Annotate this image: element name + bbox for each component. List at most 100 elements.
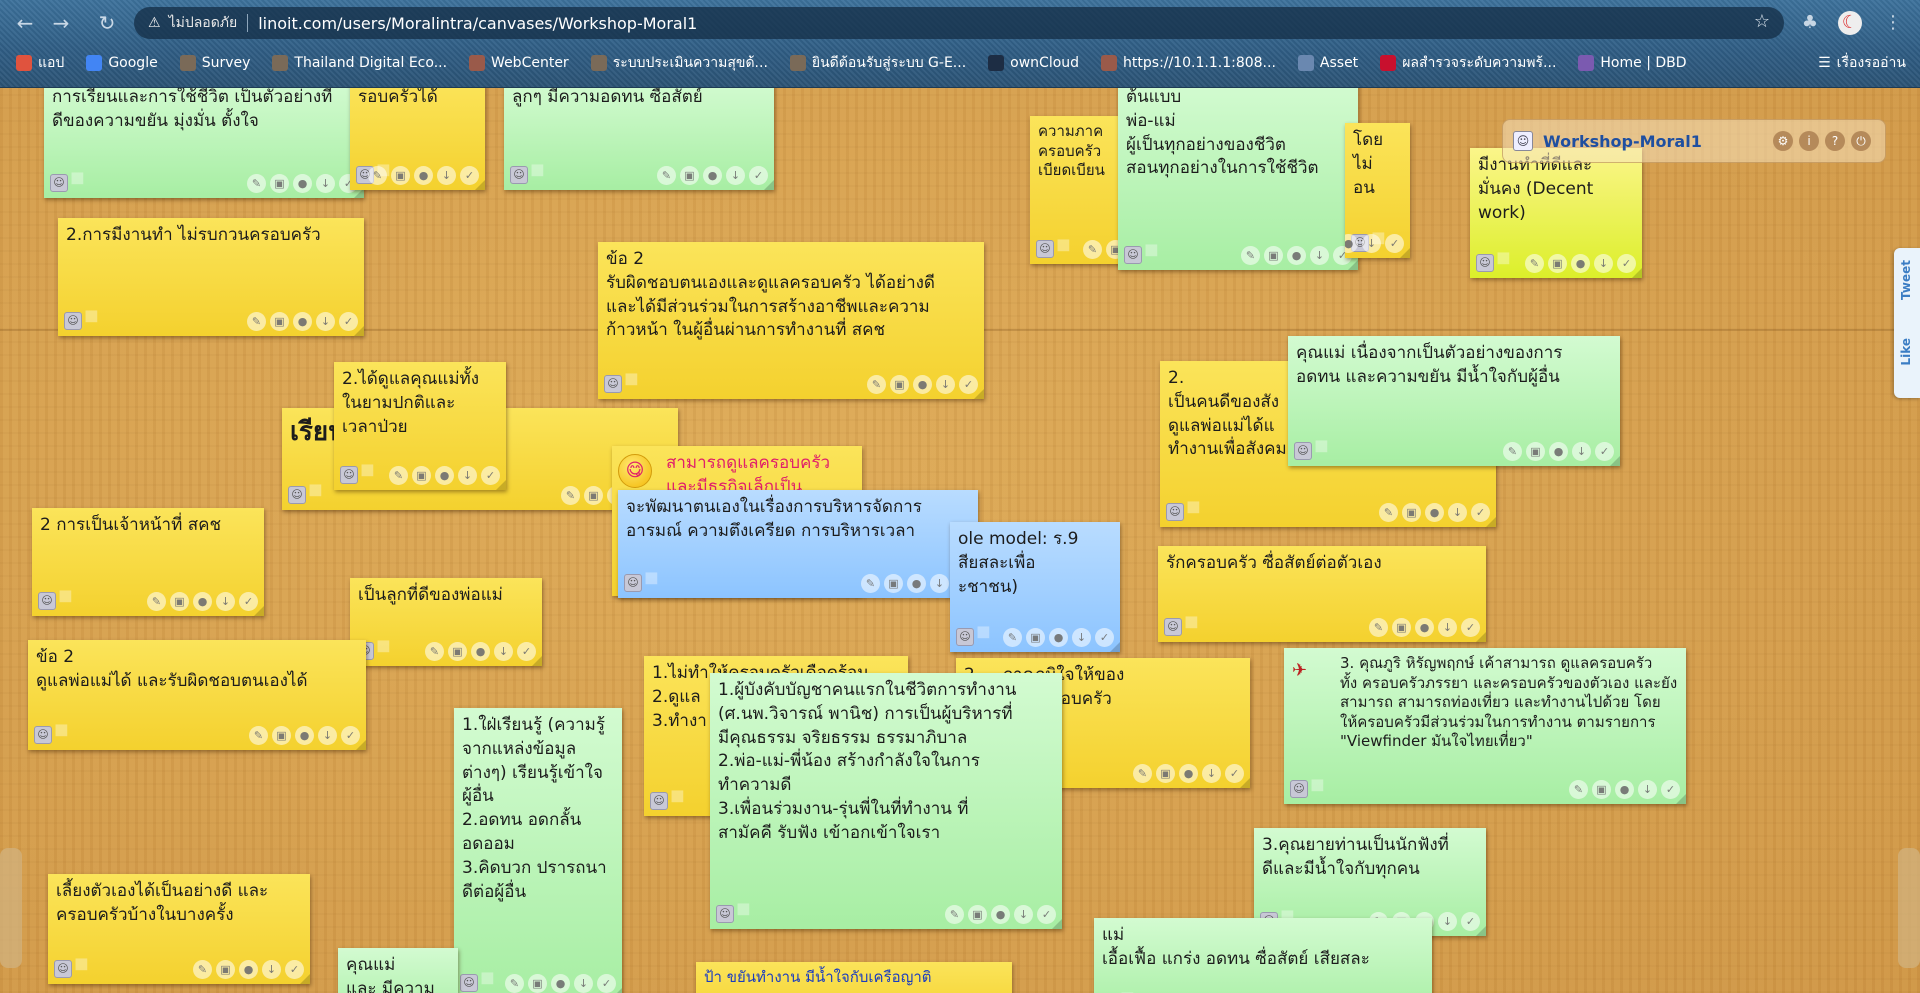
- sticky-note[interactable]: จะพัฒนาตนเองในเรื่องการบริหารจัดการ อารม…: [618, 490, 978, 598]
- copy-icon[interactable]: ▣: [412, 466, 431, 485]
- sticky-note[interactable]: 2.การมีงานทำ ไม่รบกวนครอบครัว ☺ ◼ ✎ ▣ ● ↓ ✓: [58, 218, 364, 336]
- download-icon[interactable]: ↓: [1572, 442, 1591, 461]
- person-icon[interactable]: ●: [703, 166, 722, 185]
- lino-canvas-board[interactable]: การเรียนและการใช้ชีวิต เป็นตัวอย่างที่ ด…: [0, 88, 1920, 993]
- download-icon[interactable]: ↓: [1448, 503, 1467, 522]
- sticky-note[interactable]: 2.ได้ดูแลคุณแม่ทั้ง ในยามปกติและ เวลาป่ว…: [334, 362, 506, 490]
- download-icon[interactable]: ↓: [1310, 246, 1329, 265]
- copy-icon[interactable]: ▣: [1392, 618, 1411, 637]
- sticky-note[interactable]: รอบครัวได้☺◼✎▣●↓✓: [350, 88, 485, 190]
- bookmark-item[interactable]: Thailand Digital Eco...: [272, 55, 447, 71]
- person-icon[interactable]: ●: [1549, 442, 1568, 461]
- sticky-note[interactable]: คุณแม่ เนื่องจากเป็นตัวอย่างของการ อดทน …: [1288, 336, 1620, 466]
- sticky-note[interactable]: เป็นลูกที่ดีของพ่อแม่☺◼✎▣●↓✓: [350, 578, 542, 666]
- edit-icon[interactable]: ✎: [249, 726, 268, 745]
- edit-icon[interactable]: ✎: [1569, 780, 1588, 799]
- edit-icon[interactable]: ✎: [1003, 628, 1022, 647]
- download-icon[interactable]: ↓: [1438, 618, 1457, 637]
- forward-icon[interactable]: →: [48, 10, 74, 36]
- sticky-note[interactable]: ข้อ 2 รับผิดชอบตนเองและดูแลครอบครัว ได้อ…: [598, 242, 984, 399]
- person-icon[interactable]: ●: [551, 974, 570, 993]
- sticky-note[interactable]: แม่ เอื้อเฟื้อ แกร่ง อดทน ซื่อสัตย์ เสีย…: [1094, 918, 1432, 993]
- copy-icon[interactable]: ▣: [272, 726, 291, 745]
- edit-icon[interactable]: ✎: [945, 905, 964, 924]
- person-icon[interactable]: ●: [1425, 503, 1444, 522]
- canvas-help-icon[interactable]: ?: [1825, 131, 1845, 151]
- sticky-note[interactable]: ป้า ขยันทำงาน มีน้ำใจกับเครือญาติ☺◼✎▣●↓✓: [696, 962, 1012, 993]
- download-icon[interactable]: ↓: [494, 642, 513, 661]
- download-icon[interactable]: ↓: [318, 726, 337, 745]
- bookmark-item[interactable]: ผลสำรวจระดับความพร้...: [1380, 52, 1556, 74]
- copy-icon[interactable]: ▣: [968, 905, 987, 924]
- copy-icon[interactable]: ▣: [680, 166, 699, 185]
- person-icon[interactable]: ●: [414, 166, 433, 185]
- edit-icon[interactable]: ✎: [1083, 240, 1102, 259]
- download-icon[interactable]: ↓: [216, 592, 235, 611]
- person-icon[interactable]: ●: [293, 312, 312, 331]
- copy-icon[interactable]: ▣: [1592, 780, 1611, 799]
- sticky-note[interactable]: 1.ผู้บังคับบัญชาคนแรกในชีวิตการทำงาน (ศ.…: [710, 673, 1062, 929]
- person-icon[interactable]: ●: [991, 905, 1010, 924]
- bookmark-item[interactable]: ยินดีต้อนรับสู่ระบบ G-E...: [789, 52, 966, 74]
- bookmark-item[interactable]: ระบบประเมินความสุขด้...: [590, 52, 768, 74]
- person-icon[interactable]: ●: [293, 174, 312, 193]
- person-icon[interactable]: ●: [907, 574, 926, 593]
- canvas-info-icon[interactable]: i: [1799, 131, 1819, 151]
- sticky-note[interactable]: 2 การเป็นเจ้าหน้าที่ สคช ☺ ◼ ✎ ▣ ● ↓ ✓: [32, 508, 264, 616]
- download-icon[interactable]: ↓: [1072, 628, 1091, 647]
- edit-icon[interactable]: ✎: [1241, 246, 1260, 265]
- bookmark-item[interactable]: Home | DBD: [1578, 55, 1687, 71]
- reload-icon[interactable]: ↻: [94, 10, 120, 36]
- copy-icon[interactable]: ▣: [1548, 254, 1567, 273]
- download-icon[interactable]: ↓: [726, 166, 745, 185]
- bookmark-item[interactable]: Asset: [1297, 55, 1358, 71]
- copy-icon[interactable]: ▣: [391, 166, 410, 185]
- edit-icon[interactable]: ✎: [505, 974, 524, 993]
- download-icon[interactable]: ↓: [316, 312, 335, 331]
- sticky-note[interactable]: เลี้ยงตัวเองได้เป็นอย่างดี และ ครอบครัวบ…: [48, 874, 310, 984]
- download-icon[interactable]: ↓: [437, 166, 456, 185]
- edit-icon[interactable]: ✎: [1369, 618, 1388, 637]
- person-icon[interactable]: ●: [471, 642, 490, 661]
- sticky-note[interactable]: ข้อ 2 ดูแลพ่อแม่ได้ และรับผิดชอบตนเองได้…: [28, 640, 366, 750]
- sticky-note[interactable]: โดยไม่ อน☺◼✎▣●↓✓: [1345, 123, 1410, 258]
- edit-icon[interactable]: ✎: [389, 466, 408, 485]
- address-bar[interactable]: ⚠ ไม่ปลอดภัย linoit.com/users/Moralintra…: [134, 7, 1784, 39]
- person-icon[interactable]: ●: [1179, 764, 1198, 783]
- bookmark-item[interactable]: https://10.1.1.1:808...: [1101, 55, 1276, 71]
- copy-icon[interactable]: ▣: [884, 574, 903, 593]
- download-icon[interactable]: ↓: [1438, 912, 1457, 931]
- like-button[interactable]: Like: [1899, 338, 1913, 366]
- copy-icon[interactable]: ▣: [448, 642, 467, 661]
- url-text[interactable]: linoit.com/users/Moralintra/canvases/Wor…: [258, 14, 697, 33]
- edit-icon[interactable]: ✎: [247, 174, 266, 193]
- copy-icon[interactable]: ▣: [584, 486, 603, 505]
- sticky-note[interactable]: ✈ 3. คุณภูริ หิรัญพฤกษ์ เค้าสามารถ ดูแลคร…: [1284, 648, 1686, 804]
- bookmark-item[interactable]: WebCenter: [469, 55, 569, 71]
- edit-icon[interactable]: ✎: [1133, 764, 1152, 783]
- reading-list[interactable]: ☰ เรื่องรออ่าน: [1818, 52, 1906, 74]
- tweet-button[interactable]: Tweet: [1899, 260, 1913, 300]
- bookmark-star-icon[interactable]: ☆: [1754, 11, 1770, 32]
- download-icon[interactable]: ↓: [930, 574, 949, 593]
- bookmark-item[interactable]: ownCloud: [988, 55, 1079, 71]
- profile-avatar-icon[interactable]: ☾: [1838, 11, 1862, 35]
- edit-icon[interactable]: ✎: [657, 166, 676, 185]
- copy-icon[interactable]: ▣: [528, 974, 547, 993]
- sticky-note[interactable]: มีงานทำที่ดีและ มั่นคง (Decent work) ☺ ◼ ✎ ▣…: [1470, 148, 1642, 278]
- edit-icon[interactable]: ✎: [1379, 503, 1398, 522]
- edit-icon[interactable]: ✎: [425, 642, 444, 661]
- sticky-note[interactable]: รักครอบครัว ซื่อสัตย์ต่อตัวเอง ☺ ◼ ✎ ▣ ● ↓ ✓: [1158, 546, 1486, 642]
- edit-icon[interactable]: ✎: [867, 375, 886, 394]
- copy-icon[interactable]: ▣: [270, 312, 289, 331]
- sticky-note[interactable]: คุณแม่ และ มีความ☺◼✎▣●↓✓: [338, 948, 458, 993]
- person-icon[interactable]: ●: [913, 375, 932, 394]
- copy-icon[interactable]: ▣: [1402, 503, 1421, 522]
- social-share-tab[interactable]: Tweet Like: [1894, 248, 1920, 398]
- person-icon[interactable]: ●: [1049, 628, 1068, 647]
- copy-icon[interactable]: ▣: [270, 174, 289, 193]
- person-icon[interactable]: ●: [193, 592, 212, 611]
- person-icon[interactable]: ●: [295, 726, 314, 745]
- copy-icon[interactable]: ▣: [1156, 764, 1175, 783]
- edit-icon[interactable]: ✎: [1503, 442, 1522, 461]
